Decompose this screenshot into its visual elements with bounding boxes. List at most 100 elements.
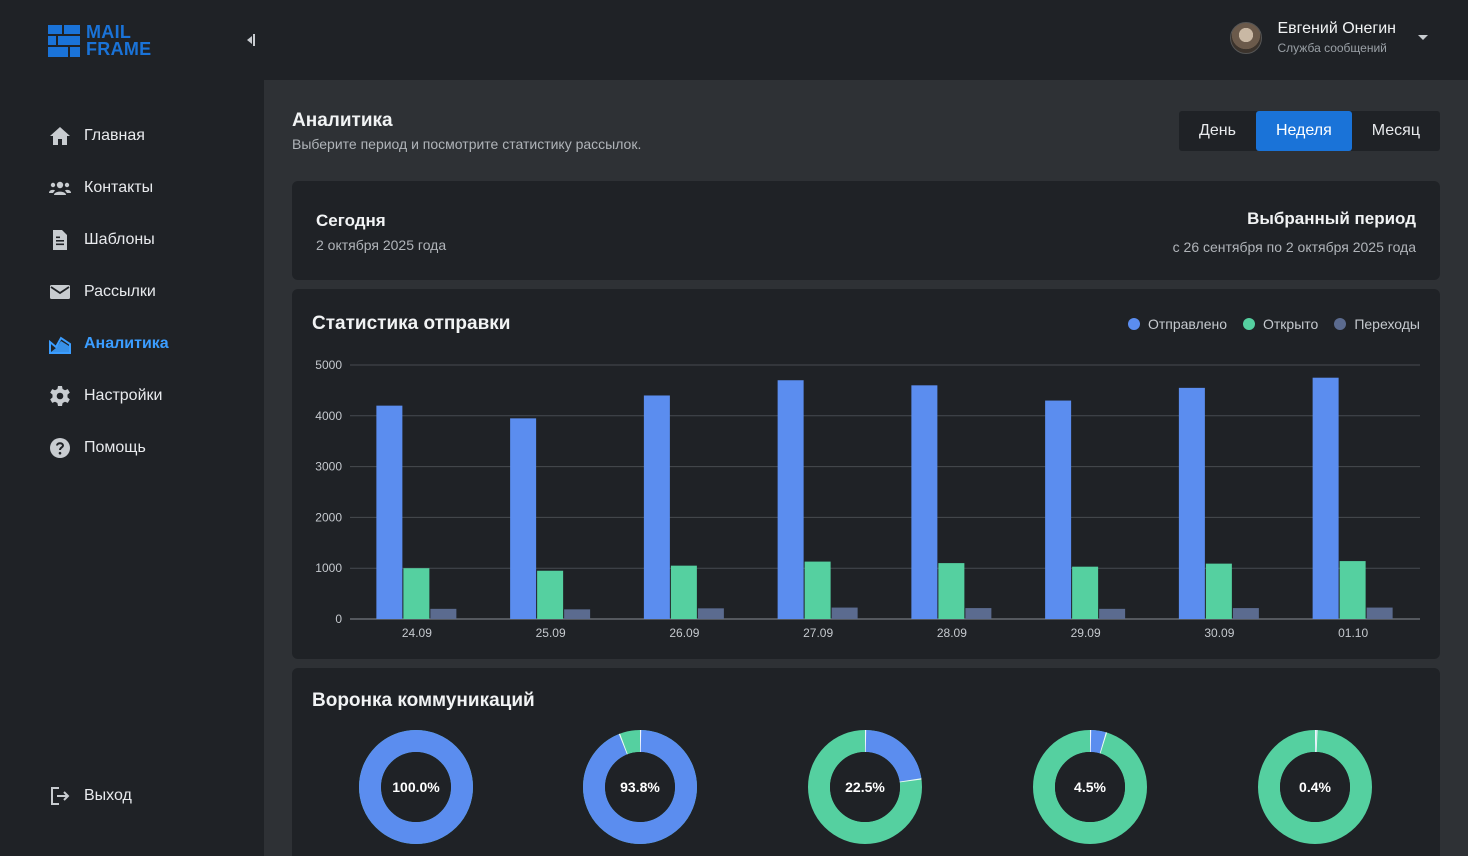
sidebar: Главная Контакты Шаблоны Рассылки Аналит… — [0, 80, 264, 856]
bar-opened — [403, 568, 430, 619]
legend-item-clicks[interactable]: Переходы — [1334, 316, 1420, 332]
bar-clicks — [965, 608, 992, 619]
bar-sent — [1312, 377, 1339, 619]
bar-clicks — [430, 608, 457, 619]
sidebar-item-templates[interactable]: Шаблоны — [48, 228, 155, 252]
logo-icon — [48, 25, 80, 57]
bar-sent — [911, 385, 938, 619]
today-value: 2 октября 2025 года — [316, 237, 447, 253]
sidebar-item-label: Аналитика — [84, 335, 169, 352]
top-bar: MAIL FRAME Евгений Онегин Служба сообщен… — [0, 0, 1468, 80]
funnel-donut: 0.4% — [1258, 730, 1372, 844]
user-info: Евгений Онегин Служба сообщений — [1278, 20, 1397, 55]
donut-label: 0.4% — [1299, 779, 1331, 795]
logout-label: Выход — [84, 787, 132, 804]
x-tick-label: 25.09 — [536, 626, 566, 640]
period-switch: День Неделя Месяц — [1179, 111, 1440, 151]
logo[interactable]: MAIL FRAME — [48, 23, 152, 59]
sidebar-item-mailings[interactable]: Рассылки — [48, 280, 156, 304]
x-tick-label: 28.09 — [937, 626, 967, 640]
logo-text: MAIL FRAME — [86, 23, 152, 59]
donut-label: 4.5% — [1074, 779, 1106, 795]
sidebar-item-analytics[interactable]: Аналитика — [48, 332, 169, 356]
x-tick-label: 29.09 — [1071, 626, 1101, 640]
user-menu[interactable]: Евгений Онегин Служба сообщений — [1229, 20, 1428, 55]
bar-clicks — [1099, 608, 1126, 619]
home-icon — [50, 127, 70, 145]
y-tick-label: 4000 — [315, 409, 342, 423]
funnel-donut: 4.5% — [1033, 730, 1147, 844]
bar-opened — [938, 563, 965, 619]
chevron-down-icon[interactable] — [1418, 35, 1428, 40]
bar-sent — [510, 418, 537, 619]
period-week-button[interactable]: Неделя — [1255, 111, 1352, 151]
logout-icon — [51, 787, 70, 805]
selected-period-value: с 26 сентября по 2 октября 2025 года — [1172, 239, 1416, 255]
bar-clicks — [564, 609, 591, 619]
user-name: Евгений Онегин — [1277, 20, 1397, 37]
contacts-icon — [49, 181, 71, 195]
legend-dot — [1334, 318, 1347, 330]
chart-title: Статистика отправки — [312, 313, 511, 334]
help-icon — [50, 438, 70, 458]
selected-period-label: Выбранный период — [1247, 209, 1416, 228]
y-tick-label: 3000 — [315, 460, 342, 474]
analytics-icon — [49, 336, 71, 354]
sidebar-item-label: Контакты — [84, 179, 154, 196]
funnel-donut: 100.0% — [359, 730, 473, 844]
funnel-donut: 22.5% — [808, 730, 922, 844]
x-tick-label: 27.09 — [803, 626, 833, 640]
legend-dot — [1127, 318, 1140, 330]
funnel-card: Воронка коммуникаций 100.0% 93.8% 22.5% 4.5… — [292, 668, 1440, 856]
donut-label: 22.5% — [845, 779, 885, 795]
legend-label: Отправлено — [1147, 316, 1227, 332]
legend-label: Открыто — [1263, 316, 1319, 332]
x-tick-label: 24.09 — [402, 626, 432, 640]
user-role: Служба сообщений — [1277, 41, 1387, 55]
bar-sent — [376, 405, 403, 619]
bar-opened — [804, 561, 831, 619]
logout-button[interactable]: Выход — [48, 784, 132, 808]
bar-sent — [1045, 400, 1072, 619]
bar-opened — [670, 565, 697, 619]
dates-card: Сегодня 2 октября 2025 года Выбранный пе… — [292, 181, 1440, 280]
document-icon — [53, 230, 67, 250]
sidebar-item-contacts[interactable]: Контакты — [48, 176, 153, 200]
sidebar-item-home[interactable]: Главная — [48, 124, 145, 148]
x-tick-label: 01.10 — [1338, 626, 1368, 640]
bar-chart: 0 1000 2000 3000 4000 5000 24.09 25.09 26.09 27.0… — [315, 358, 1420, 640]
bar-clicks — [1232, 608, 1259, 619]
bar-clicks — [697, 608, 724, 619]
legend-dot — [1243, 318, 1255, 330]
collapse-sidebar-button[interactable] — [244, 31, 258, 49]
bar-opened — [1339, 561, 1366, 619]
y-tick-label: 2000 — [315, 510, 342, 524]
x-tick-label: 30.09 — [1204, 626, 1234, 640]
gear-icon — [50, 386, 70, 406]
y-tick-label: 0 — [335, 612, 342, 626]
send-stats-card: 0 1000 2000 3000 4000 5000 24.09 25.09 26.09 27.0… — [292, 289, 1440, 659]
x-tick-label: 26.09 — [669, 626, 699, 640]
bar-clicks — [831, 607, 858, 619]
page-title: Аналитика — [292, 110, 393, 131]
period-day-button[interactable]: День — [1179, 111, 1256, 151]
period-month-button[interactable]: Месяц — [1352, 111, 1440, 151]
sidebar-item-label: Настройки — [84, 387, 163, 404]
donut-label: 93.8% — [620, 779, 660, 795]
bar-opened — [1072, 566, 1099, 619]
page-subtitle: Выберите период и посмотрите статистику … — [292, 136, 642, 152]
bar-clicks — [1366, 607, 1393, 619]
legend-label: Переходы — [1354, 316, 1420, 332]
sidebar-item-settings[interactable]: Настройки — [48, 384, 162, 408]
bar-sent — [1178, 387, 1205, 619]
donut-label: 100.0% — [392, 779, 440, 795]
bar-sent — [777, 380, 804, 619]
legend-item-sent[interactable]: Отправлено — [1127, 316, 1227, 332]
sidebar-item-help[interactable]: Помощь — [48, 436, 146, 460]
avatar[interactable] — [1229, 21, 1262, 54]
logo-line-2: FRAME — [86, 39, 152, 59]
y-tick-label: 5000 — [315, 358, 342, 372]
legend-item-opened[interactable]: Открыто — [1243, 316, 1318, 332]
sidebar-item-label: Главная — [84, 127, 145, 144]
bar-opened — [1205, 563, 1232, 619]
